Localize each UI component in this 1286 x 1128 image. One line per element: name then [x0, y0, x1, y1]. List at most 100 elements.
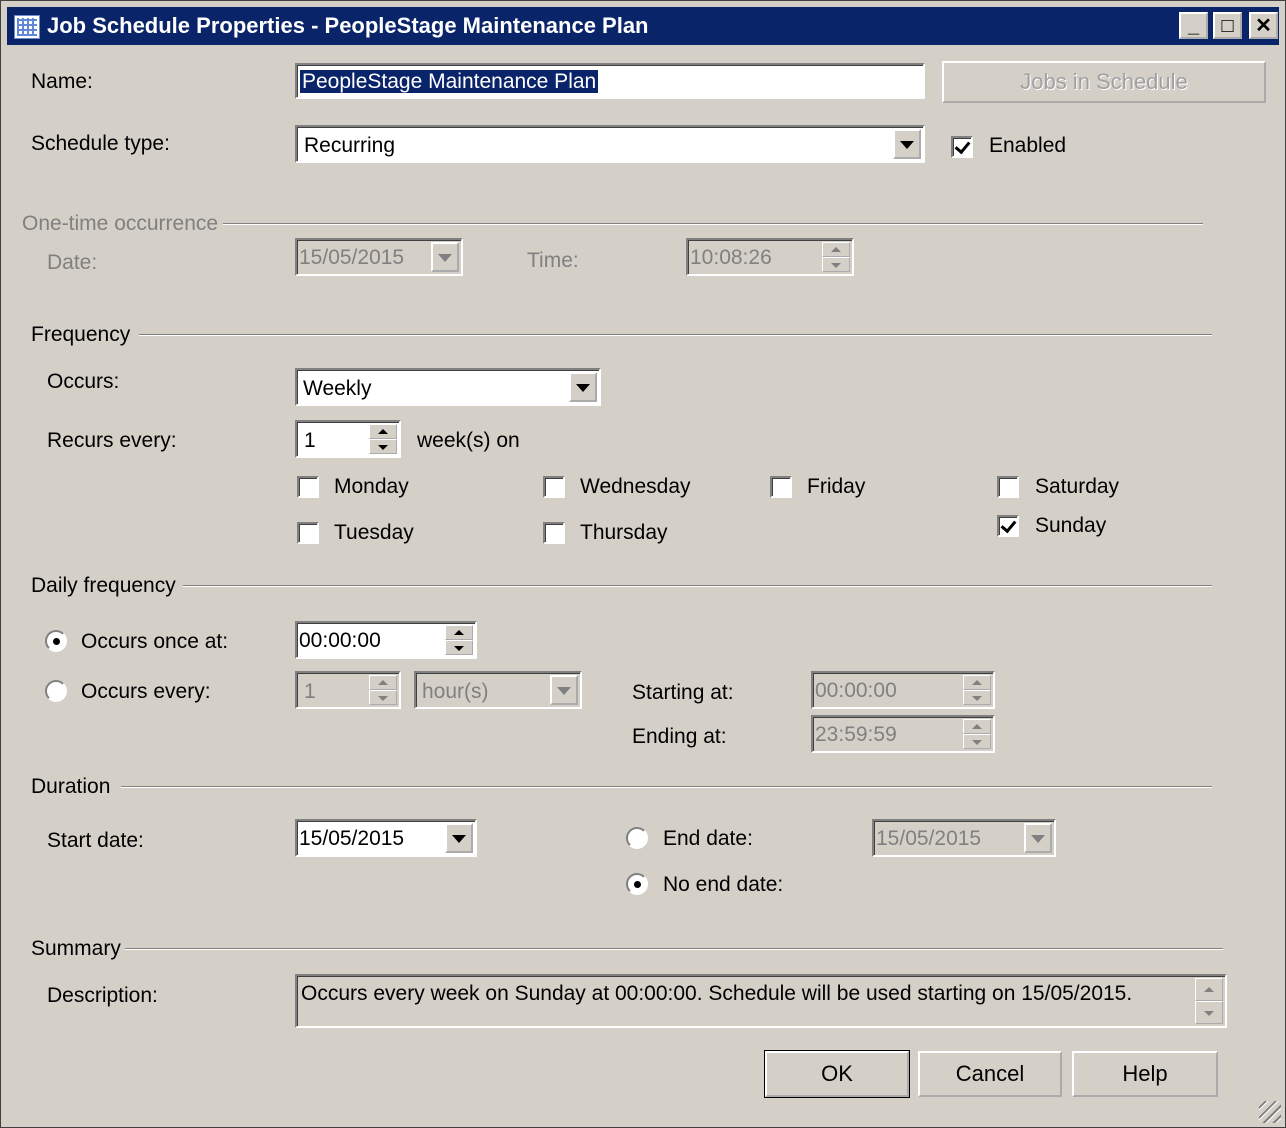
tuesday-label: Tuesday — [334, 521, 414, 544]
starting-at-value: 00:00:00 — [815, 679, 897, 702]
name-label: Name: — [31, 70, 93, 93]
occurs-every-value: 1 — [304, 680, 316, 703]
enabled-checkbox[interactable] — [951, 136, 973, 158]
saturday-label: Saturday — [1035, 475, 1120, 498]
occurs-every-spinner[interactable]: 1 — [295, 671, 401, 709]
name-input[interactable]: PeopleStage Maintenance Plan — [295, 63, 925, 99]
description-textbox[interactable]: Occurs every week on Sunday at 00:00:00.… — [295, 974, 1227, 1028]
friday-label: Friday — [807, 475, 866, 498]
description-text: Occurs every week on Sunday at 00:00:00.… — [301, 982, 1133, 1005]
saturday-checkbox[interactable] — [997, 476, 1019, 498]
no-end-date-radio[interactable] — [626, 873, 648, 895]
end-date-radio[interactable] — [626, 827, 648, 849]
chevron-down-icon[interactable] — [893, 129, 921, 159]
one-time-date-picker[interactable]: 15/05/2015 — [295, 238, 463, 276]
occurs-every-radio[interactable] — [45, 680, 67, 702]
wednesday-checkbox[interactable] — [543, 476, 565, 498]
wednesday-label: Wednesday — [580, 475, 691, 498]
chevron-down-icon[interactable] — [550, 675, 578, 705]
summary-group-label: Summary — [31, 937, 121, 960]
chevron-down-icon[interactable] — [569, 372, 597, 402]
daily-frequency-group-label: Daily frequency — [31, 574, 176, 597]
monday-label: Monday — [334, 475, 409, 498]
duration-divider — [121, 786, 1212, 788]
chevron-down-icon[interactable] — [445, 823, 473, 853]
spinner-arrows-icon[interactable] — [822, 242, 850, 272]
recurs-unit-label: week(s) on — [417, 429, 520, 452]
description-label: Description: — [47, 984, 158, 1007]
occurs-select[interactable]: Weekly — [295, 368, 601, 406]
one-time-time-spinner[interactable]: 10:08:26 — [686, 238, 854, 276]
thursday-label: Thursday — [580, 521, 668, 544]
occurs-once-time-value: 00:00:00 — [299, 629, 381, 652]
close-icon: ✕ — [1255, 14, 1272, 37]
sunday-checkbox[interactable] — [997, 515, 1019, 537]
maximize-button[interactable]: □ — [1213, 12, 1242, 39]
end-date-label: End date: — [663, 827, 753, 850]
start-date-value: 15/05/2015 — [299, 827, 405, 850]
friday-checkbox[interactable] — [770, 476, 792, 498]
daily-frequency-divider — [183, 585, 1212, 587]
occurs-once-label: Occurs once at: — [81, 630, 229, 653]
frequency-group-label: Frequency — [31, 323, 131, 346]
one-time-time-value: 10:08:26 — [690, 246, 772, 269]
tuesday-checkbox[interactable] — [297, 522, 319, 544]
schedule-type-label: Schedule type: — [31, 132, 170, 155]
chevron-down-icon[interactable] — [1024, 823, 1052, 853]
sunday-label: Sunday — [1035, 514, 1107, 537]
summary-divider — [125, 948, 1223, 950]
end-date-picker[interactable]: 15/05/2015 — [872, 819, 1056, 857]
ending-at-label: Ending at: — [632, 725, 727, 748]
thursday-checkbox[interactable] — [543, 522, 565, 544]
spinner-arrows-icon[interactable] — [963, 719, 991, 749]
schedule-type-select[interactable]: Recurring — [295, 125, 925, 163]
occurs-value: Weekly — [303, 377, 372, 400]
frequency-divider — [139, 334, 1212, 336]
one-time-date-label: Date: — [47, 251, 98, 274]
jobs-in-schedule-button[interactable]: Jobs in Schedule — [942, 61, 1266, 103]
occurs-every-label: Occurs every: — [81, 680, 211, 703]
occurs-label: Occurs: — [47, 370, 120, 393]
one-time-group-label: One-time occurrence — [22, 212, 219, 235]
job-schedule-properties-dialog: Job Schedule Properties - PeopleStage Ma… — [0, 0, 1286, 1128]
recurs-every-value: 1 — [304, 429, 316, 452]
resize-grip-icon[interactable] — [1259, 1101, 1281, 1123]
ending-at-value: 23:59:59 — [815, 723, 897, 746]
window-title: Job Schedule Properties - PeopleStage Ma… — [47, 13, 649, 38]
one-time-time-label: Time: — [527, 249, 579, 272]
close-button[interactable]: ✕ — [1249, 12, 1278, 39]
spinner-arrows-icon[interactable] — [369, 424, 397, 454]
schedule-grid-icon — [14, 15, 40, 39]
spinner-arrows-icon[interactable] — [445, 625, 473, 655]
occurs-once-radio[interactable] — [45, 630, 67, 652]
ending-at-spinner[interactable]: 23:59:59 — [811, 715, 995, 753]
enabled-label: Enabled — [989, 134, 1067, 157]
recurs-every-label: Recurs every: — [47, 429, 177, 452]
title-bar[interactable]: Job Schedule Properties - PeopleStage Ma… — [7, 7, 1279, 45]
start-date-label: Start date: — [47, 829, 144, 852]
maximize-icon: □ — [1221, 14, 1234, 37]
help-button[interactable]: Help — [1072, 1051, 1218, 1097]
scrollbar-icon[interactable] — [1195, 978, 1223, 1024]
end-date-value: 15/05/2015 — [876, 827, 982, 850]
starting-at-spinner[interactable]: 00:00:00 — [811, 671, 995, 709]
monday-checkbox[interactable] — [297, 476, 319, 498]
no-end-date-label: No end date: — [663, 873, 784, 896]
occurs-every-unit-select[interactable]: hour(s) — [414, 671, 582, 709]
ok-button[interactable]: OK — [764, 1050, 910, 1098]
schedule-type-value: Recurring — [304, 134, 396, 157]
recurs-every-spinner[interactable]: 1 — [295, 420, 401, 458]
minimize-icon: _ — [1187, 14, 1200, 37]
one-time-date-value: 15/05/2015 — [299, 246, 405, 269]
chevron-down-icon[interactable] — [431, 242, 459, 272]
name-value: PeopleStage Maintenance Plan — [300, 70, 599, 93]
minimize-button[interactable]: _ — [1179, 12, 1208, 39]
occurs-once-time-spinner[interactable]: 00:00:00 — [295, 621, 477, 659]
occurs-every-unit-value: hour(s) — [422, 680, 489, 703]
duration-group-label: Duration — [31, 775, 111, 798]
start-date-picker[interactable]: 15/05/2015 — [295, 819, 477, 857]
starting-at-label: Starting at: — [632, 681, 734, 704]
cancel-button[interactable]: Cancel — [918, 1051, 1062, 1097]
spinner-arrows-icon[interactable] — [369, 675, 397, 705]
spinner-arrows-icon[interactable] — [963, 675, 991, 705]
